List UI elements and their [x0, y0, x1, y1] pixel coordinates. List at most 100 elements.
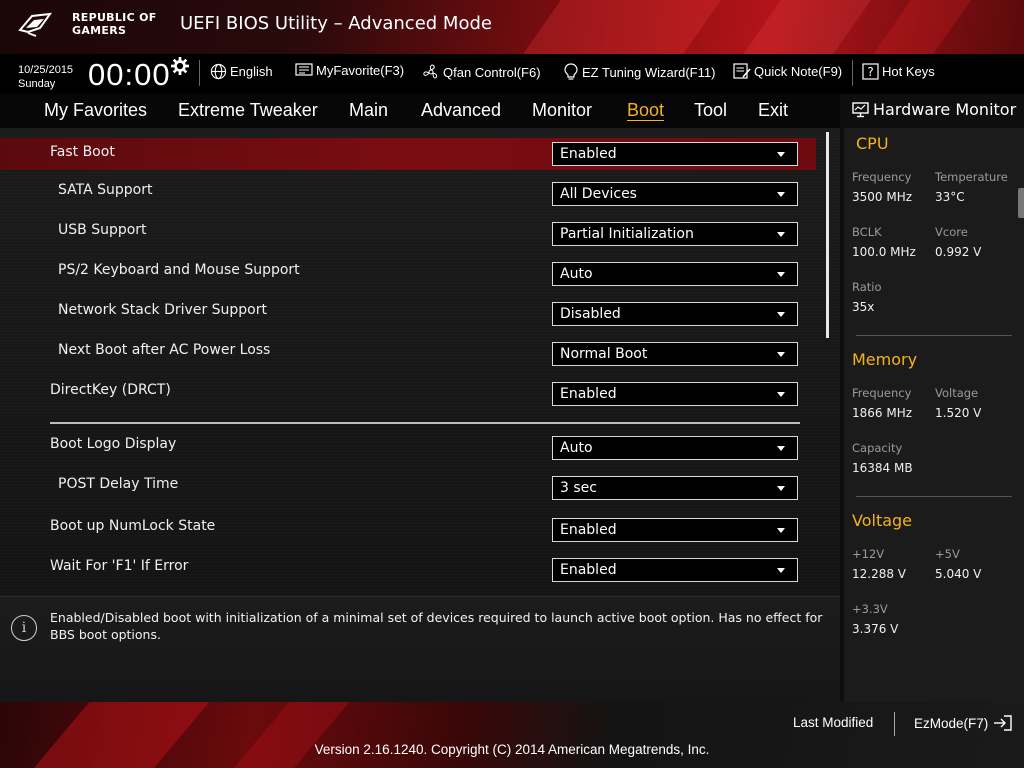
top-header: REPUBLIC OF GAMERS UEFI BIOS Utility – A… [0, 0, 1024, 54]
setting-row-numlock[interactable]: Boot up NumLock State Enabled [0, 514, 816, 554]
tab-monitor[interactable]: Monitor [532, 100, 592, 121]
dropdown-value: Normal Boot [560, 346, 648, 362]
hot-keys-button[interactable]: ? Hot Keys [862, 63, 935, 80]
ezmode-button[interactable]: EzMode(F7) [914, 715, 1012, 731]
setting-label: Boot up NumLock State [50, 518, 216, 534]
setting-row-usb-support[interactable]: USB Support Partial Initialization [0, 218, 816, 258]
lightbulb-icon [564, 63, 578, 80]
tab-tool[interactable]: Tool [694, 100, 727, 121]
hw-divider [856, 335, 1012, 336]
footer-decor-stripe [22, 702, 218, 768]
setting-row-sata-support[interactable]: SATA Support All Devices [0, 178, 816, 218]
setting-dropdown[interactable]: Auto [552, 436, 798, 460]
setting-row-network-stack[interactable]: Network Stack Driver Support Disabled [0, 298, 816, 338]
language-button[interactable]: English [210, 63, 273, 80]
tab-extreme-tweaker[interactable]: Extreme Tweaker [178, 100, 318, 121]
setting-label: USB Support [58, 222, 147, 238]
setting-dropdown[interactable]: Normal Boot [552, 342, 798, 366]
memory-heading: Memory [852, 350, 918, 369]
svg-text:?: ? [867, 65, 873, 79]
capacity-label: Capacity [852, 441, 903, 455]
toolbar: 10/25/2015 Sunday 00:00 English MyFavori… [0, 54, 1024, 94]
hot-keys-label: Hot Keys [882, 64, 935, 79]
logo-line1: REPUBLIC OF [72, 11, 157, 24]
memory-voltage-label: Voltage [935, 386, 979, 400]
setting-dropdown[interactable]: Enabled [552, 558, 798, 582]
chevron-down-icon [777, 446, 785, 451]
tab-my-favorites[interactable]: My Favorites [44, 100, 147, 121]
app-title: UEFI BIOS Utility – Advanced Mode [180, 13, 492, 34]
setting-row-ps2-support[interactable]: PS/2 Keyboard and Mouse Support Auto [0, 258, 816, 298]
hardware-monitor-collapse-handle[interactable] [1018, 188, 1024, 218]
gear-icon[interactable] [171, 57, 189, 75]
setting-label: Next Boot after AC Power Loss [58, 342, 271, 358]
settings-panel: Fast Boot Enabled SATA Support All Devic… [0, 128, 840, 596]
quick-note-label: Quick Note(F9) [754, 64, 843, 79]
clock[interactable]: 00:00 [88, 57, 171, 93]
setting-row-next-boot-ac[interactable]: Next Boot after AC Power Loss Normal Boo… [0, 338, 816, 378]
setting-dropdown[interactable]: Enabled [552, 142, 798, 166]
toolbar-divider [852, 60, 853, 86]
qfan-label: Qfan Control(F6) [443, 64, 541, 80]
capacity-value: 16384 MB [852, 461, 913, 475]
setting-row-boot-logo[interactable]: Boot Logo Display Auto [0, 432, 816, 472]
tab-exit[interactable]: Exit [758, 100, 788, 121]
quick-note-button[interactable]: Quick Note(F9) [733, 63, 842, 80]
tab-main[interactable]: Main [349, 100, 388, 121]
help-panel: i Enabled/Disabled boot with initializat… [0, 596, 840, 702]
setting-dropdown[interactable]: Partial Initialization [552, 222, 798, 246]
tab-boot[interactable]: Boot [627, 100, 664, 121]
vcore-label: Vcore [935, 225, 968, 239]
qfan-control-button[interactable]: Qfan Control(F6) [422, 63, 541, 81]
ratio-value: 35x [852, 300, 875, 314]
chevron-down-icon [777, 352, 785, 357]
dropdown-value: Enabled [560, 386, 617, 402]
ez-tuning-label: EZ Tuning Wizard(F11) [582, 64, 716, 80]
chevron-down-icon [777, 392, 785, 397]
settings-scrollbar[interactable] [826, 132, 829, 338]
dropdown-value: Partial Initialization [560, 226, 694, 242]
my-favorite-label: MyFavorite(F3) [316, 63, 405, 78]
chevron-down-icon [777, 272, 785, 277]
last-modified-button[interactable]: Last Modified [793, 715, 873, 730]
date-text: 10/25/2015 [18, 64, 74, 76]
v5-label: +5V [935, 547, 960, 561]
memory-frequency-value: 1866 MHz [852, 406, 913, 420]
monitor-icon [852, 101, 869, 117]
setting-dropdown[interactable]: Enabled [552, 518, 798, 542]
footer: Last Modified EzMode(F7) Version 2.16.12… [0, 702, 1024, 768]
ez-tuning-button[interactable]: EZ Tuning Wizard(F11) [563, 63, 715, 81]
dropdown-value: All Devices [560, 186, 637, 202]
setting-dropdown[interactable]: Disabled [552, 302, 798, 326]
setting-dropdown[interactable]: 3 sec [552, 476, 798, 500]
fan-icon [423, 64, 438, 79]
setting-row-directkey[interactable]: DirectKey (DRCT) Enabled [0, 378, 816, 418]
my-favorite-button[interactable]: MyFavorite(F3) [295, 63, 404, 78]
tab-advanced[interactable]: Advanced [421, 100, 501, 121]
header-decor-stripe [861, 0, 979, 54]
setting-row-wait-f1[interactable]: Wait For 'F1' If Error Enabled [0, 554, 816, 594]
date-display: 10/25/2015 Sunday [18, 63, 73, 91]
setting-label: Fast Boot [50, 144, 115, 160]
setting-dropdown[interactable]: All Devices [552, 182, 798, 206]
favorite-icon [295, 63, 313, 76]
setting-row-fast-boot[interactable]: Fast Boot Enabled [0, 138, 816, 170]
v5-value: 5.040 V [935, 567, 982, 581]
setting-dropdown[interactable]: Enabled [552, 382, 798, 406]
setting-row-post-delay[interactable]: POST Delay Time 3 sec [0, 472, 816, 512]
cpu-frequency-label: Frequency [852, 170, 912, 184]
setting-dropdown[interactable]: Auto [552, 262, 798, 286]
hardware-monitor-body: CPU Frequency 3500 MHz Temperature 33°C … [844, 128, 1024, 702]
globe-icon [210, 63, 227, 80]
header-decor-stripe [731, 0, 879, 54]
hardware-monitor-label: Hardware Monitor [873, 100, 1017, 119]
footer-divider [894, 712, 895, 736]
exit-arrow-icon [994, 715, 1012, 731]
dropdown-value: Enabled [560, 562, 617, 578]
cpu-temperature-label: Temperature [935, 170, 1008, 184]
dropdown-value: 3 sec [560, 480, 597, 496]
chevron-down-icon [777, 528, 785, 533]
hardware-monitor-title: Hardware Monitor [852, 100, 1016, 119]
chevron-down-icon [777, 232, 785, 237]
v12-value: 12.288 V [852, 567, 907, 581]
